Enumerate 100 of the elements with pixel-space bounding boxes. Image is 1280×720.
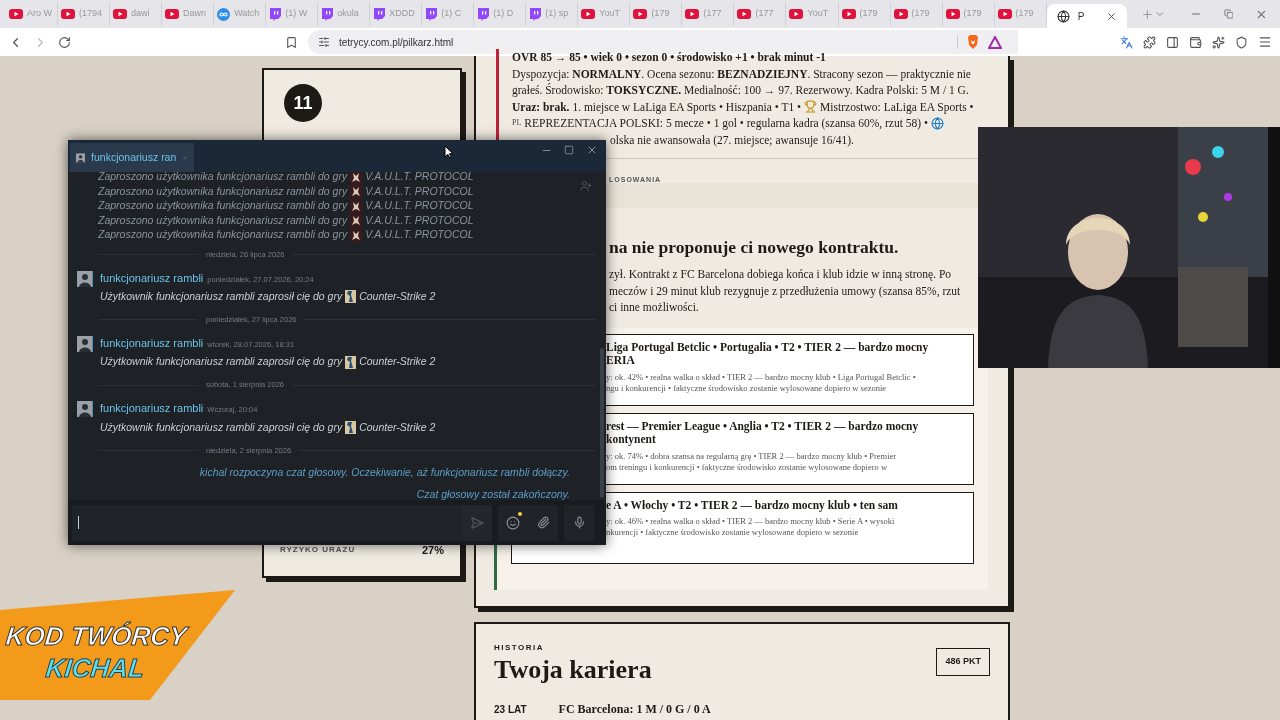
game-name[interactable]: Counter-Strike 2	[359, 289, 436, 305]
browser-tab[interactable]: dawi	[110, 2, 163, 26]
contract-text: zył. Kontrakt z FC Barcelona dobiega końca i klub idzie w inną stronę. Po	[609, 267, 953, 283]
voice-status: Czat głosowy został zakończony.	[416, 487, 570, 500]
voice-status: kichal rozpoczyna czat głosowy. Oczekiwanie, aż funkcjonariusz rambli dołączy.	[199, 465, 570, 481]
game-name: V.A.U.L.T. PROTOCOL	[365, 172, 474, 185]
career-entry: FC Barcelona: 1 M / 0 G / 0 A	[558, 701, 711, 718]
summary-text: olska nie awansowała (27. miejsce; awansuje 16/41).	[610, 133, 854, 146]
infinity-icon	[217, 7, 231, 21]
author-name[interactable]: funkcjonariusz rambli	[100, 400, 204, 417]
system-message: Zaproszono użytkownika funkcjonariusz rambli do gry	[98, 227, 348, 243]
trophy-icon	[804, 100, 818, 114]
bookmark-icon[interactable]	[285, 35, 298, 49]
paperclip-icon	[536, 516, 550, 529]
browser-tab[interactable]: Dawn	[162, 2, 215, 26]
video-play-icon	[581, 9, 596, 19]
creator-code-label: KOD TWÓRCY	[4, 620, 189, 652]
game-name[interactable]: Counter-Strike 2	[359, 354, 436, 370]
site-settings-icon	[318, 36, 330, 48]
sparkle-icon[interactable]	[1212, 35, 1225, 49]
globe-icon	[931, 116, 944, 130]
sidebar-icon[interactable]	[1166, 35, 1179, 49]
browser-tab[interactable]: Watch	[214, 2, 267, 26]
chat-bubble-icon	[269, 7, 282, 21]
maximize-icon[interactable]	[564, 145, 574, 155]
restore-icon[interactable]	[1223, 9, 1234, 19]
contract-heading: na nie proponuje ci nowego kontraktu.	[609, 236, 900, 259]
browser-tab[interactable]: (177	[734, 2, 787, 26]
browser-tab[interactable]: Aro W	[6, 2, 59, 26]
extensions-icon[interactable]	[1143, 35, 1156, 49]
game-name: V.A.U.L.T. PROTOCOL	[365, 198, 474, 214]
triangle-icon[interactable]	[988, 35, 1002, 49]
video-play-icon	[737, 9, 752, 19]
shield-icon[interactable]	[1235, 35, 1248, 49]
video-play-icon	[165, 9, 180, 19]
contract-text: meczów i 29 minut klub rezygnuje z przedłużenia umowy (szansa 85%, rzut	[609, 283, 962, 300]
browser-tab[interactable]: (1794	[58, 2, 111, 26]
browser-tab[interactable]: YouT	[786, 2, 839, 26]
offer-details: y: ok. 46% • realna walka o skład • TIER 2 — bardzo mocny klub • Serie A • wysoki	[606, 516, 896, 528]
author-name[interactable]: funkcjonariusz rambli	[100, 334, 204, 352]
video-play-icon	[997, 9, 1012, 19]
flag-label: PL	[512, 117, 522, 129]
browser-tab[interactable]: (179	[890, 2, 943, 26]
cursor-icon	[444, 145, 454, 159]
microphone-icon	[572, 516, 586, 529]
section-label: HISTORIA	[494, 642, 546, 654]
offer-title: Liga Portugal Betclic • Portugalia • T2 • TIER 2 — bardzo mocny	[606, 340, 930, 355]
game-icon	[350, 228, 363, 242]
lion-shield-icon[interactable]	[967, 35, 979, 49]
voice-button[interactable]	[564, 504, 594, 541]
browser-tab[interactable]: (1) D	[474, 2, 527, 26]
offer-details: ngu i konkurencji • faktyczne środowisko zostanie wylosowane dopiero w sezonie	[606, 382, 888, 394]
video-play-icon	[113, 9, 128, 19]
career-age: 23 LAT	[494, 703, 527, 717]
browser-tab[interactable]: (1) W	[266, 2, 319, 26]
stat-label: RYZYKO URAZU	[280, 543, 356, 556]
author-name[interactable]: funkcjonariusz rambli	[100, 269, 204, 286]
close-icon[interactable]	[1106, 10, 1118, 22]
system-message: Zaproszono użytkownika funkcjonariusz rambli do gry	[98, 183, 348, 199]
close-icon[interactable]	[586, 144, 598, 156]
browser-tab[interactable]: (1) C	[422, 2, 475, 26]
game-icon	[350, 185, 363, 199]
game-name[interactable]: Counter-Strike 2	[359, 419, 436, 436]
number-badge: 11	[284, 84, 322, 122]
game-icon	[345, 290, 357, 304]
browser-tab[interactable]: (179	[994, 2, 1047, 26]
chat-tab[interactable]: funkcjonariusz ran	[70, 143, 194, 172]
browser-tab[interactable]: okula	[318, 2, 371, 26]
offer-details: om treningu i konkurencji • faktyczne środowisko zostanie wylosowane dopiero w	[606, 461, 889, 473]
wallet-icon[interactable]	[1189, 35, 1202, 49]
offer-title: kontynent	[606, 433, 657, 447]
summary-text: REPREZENTACJA POLSKI: 5 mecze • 1 gol • regularna kadra (szansa 60%, rzut 58) •	[524, 116, 928, 132]
video-play-icon	[633, 9, 648, 19]
globe-icon	[1056, 9, 1070, 23]
video-play-icon	[789, 9, 804, 19]
reload-icon[interactable]	[58, 35, 71, 49]
chat-bubble-icon	[529, 7, 542, 21]
video-play-icon	[685, 9, 700, 19]
offer-details: y: ok. 74% • dobra szansa na regularną grę • TIER 2 — bardzo mocny klub • Premier	[606, 450, 898, 462]
avatar	[77, 401, 93, 417]
message-field[interactable]	[72, 504, 462, 541]
game-icon	[350, 172, 363, 184]
browser-tab[interactable]: YouT	[578, 2, 631, 26]
avatar	[77, 270, 93, 287]
video-play-icon	[893, 9, 908, 19]
browser-tab[interactable]: P	[1046, 4, 1128, 28]
contract-text: ci inne możliwości.	[609, 300, 700, 316]
browser-tab[interactable]: (1) sp	[526, 2, 579, 26]
chat-bubble-icon	[321, 7, 334, 21]
send-icon	[470, 515, 484, 530]
history-title: Twoja kariera	[494, 654, 652, 686]
browser-tab[interactable]: (177	[682, 2, 735, 26]
game-name: V.A.U.L.T. PROTOCOL	[365, 212, 474, 228]
browser-tab[interactable]: (179	[838, 2, 891, 26]
menu-icon[interactable]	[1258, 35, 1272, 49]
summary-text: Uraz: brak. 1. miejsce w LaLiga EA Sports • Hiszpania • T1 •	[512, 99, 802, 115]
browser-tab[interactable]: (179	[630, 2, 683, 26]
browser-tab[interactable]: XDDD	[370, 2, 423, 26]
browser-tab[interactable]: (179	[942, 2, 995, 26]
translate-icon[interactable]	[1120, 35, 1133, 49]
